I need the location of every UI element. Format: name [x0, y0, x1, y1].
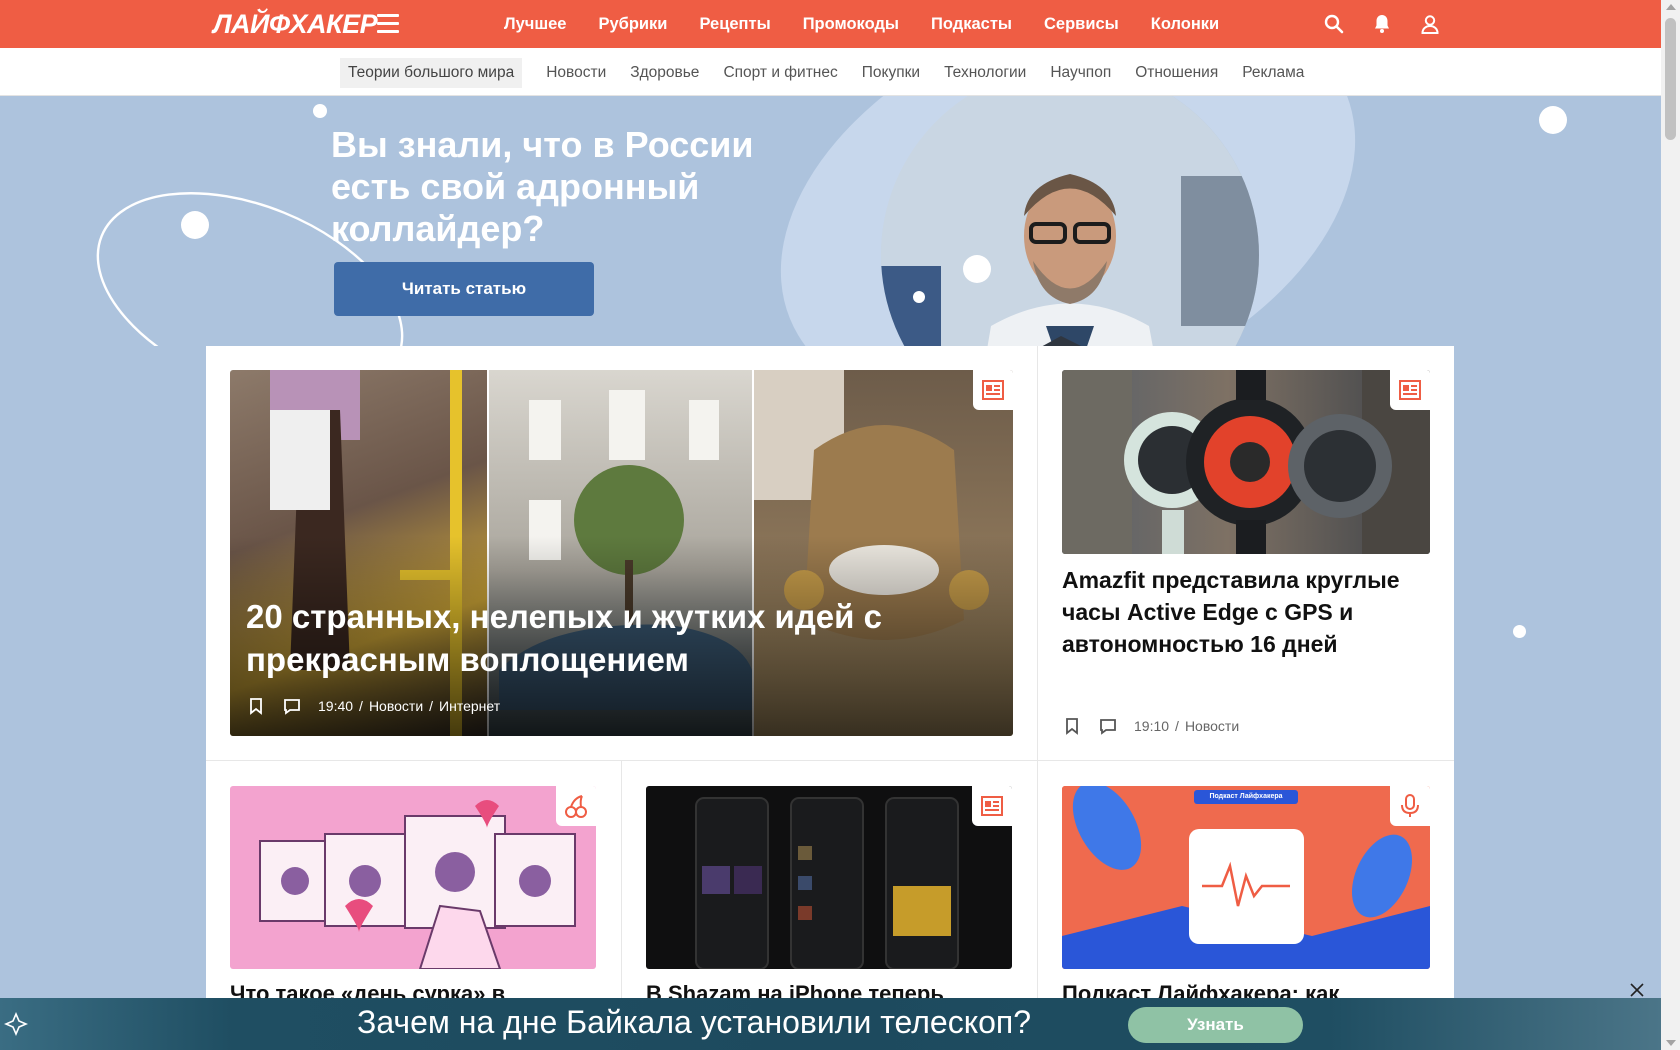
header-actions — [1322, 12, 1466, 36]
article-image-podcast[interactable]: Подкаст Лайфхакера — [1062, 786, 1430, 969]
subnav-item-relations[interactable]: Отношения — [1127, 58, 1226, 88]
menu-icon[interactable] — [377, 14, 399, 33]
scroll-down-arrow[interactable] — [1666, 1040, 1676, 1046]
learn-more-button[interactable]: Узнать — [1128, 1007, 1303, 1043]
article-time: 19:40 — [318, 698, 354, 714]
article-type-badge — [972, 786, 1012, 826]
article-tag[interactable]: Интернет — [439, 698, 500, 714]
divider — [206, 760, 1454, 761]
scroll-up-arrow[interactable] — [1666, 4, 1676, 10]
subnav-item-tech[interactable]: Технологии — [936, 58, 1034, 88]
scrollbar[interactable] — [1661, 0, 1680, 1050]
decor-dot — [1539, 106, 1567, 134]
read-article-button[interactable]: Читать статью — [334, 262, 594, 316]
subnav-item-sport[interactable]: Спорт и фитнес — [715, 58, 845, 88]
decor-dot — [913, 291, 925, 303]
banner-text[interactable]: Зачем на дне Байкала установили телескоп… — [357, 1004, 1031, 1041]
featured-article-card[interactable]: 20 странных, нелепых и жутких идей с пре… — [230, 370, 1013, 736]
news-icon — [1399, 380, 1421, 400]
nav-item-podcasts[interactable]: Подкасты — [931, 15, 1012, 34]
meta-separator: / — [1175, 718, 1179, 734]
side-article-image[interactable] — [1062, 370, 1430, 554]
microphone-icon — [1401, 794, 1419, 817]
featured-article-title[interactable]: 20 странных, нелепых и жутких идей с пре… — [246, 595, 966, 681]
nav-item-best[interactable]: Лучшее — [504, 15, 566, 34]
ad-marker-icon[interactable] — [4, 1012, 28, 1036]
side-article-title[interactable]: Amazfit представила круглые часы Active … — [1062, 564, 1432, 660]
bookmark-icon[interactable] — [246, 696, 266, 716]
sub-nav: Теории большого мира Новости Здоровье Сп… — [0, 48, 1661, 96]
article-category[interactable]: Новости — [369, 698, 423, 714]
scrollbar-thumb[interactable] — [1665, 18, 1676, 140]
top-bar: ЛАЙФХАКЕР Лучшее Рубрики Рецепты Промоко… — [0, 0, 1661, 48]
bookmark-icon[interactable] — [1062, 716, 1082, 736]
nav-item-rubrics[interactable]: Рубрики — [598, 15, 667, 34]
ad-banner[interactable]: Зачем на дне Байкала установили телескоп… — [0, 998, 1661, 1050]
article-category[interactable]: Новости — [1185, 718, 1239, 734]
article-type-badge — [1390, 370, 1430, 410]
main-nav: Лучшее Рубрики Рецепты Промокоды Подкаст… — [504, 0, 1251, 48]
subnav-item-health[interactable]: Здоровье — [622, 58, 707, 88]
subnav-item-ads[interactable]: Реклама — [1234, 58, 1312, 88]
user-icon[interactable] — [1418, 12, 1442, 36]
article-type-badge — [1390, 786, 1430, 826]
subnav-item-big-world[interactable]: Теории большого мира — [340, 58, 523, 88]
decor-dot — [963, 255, 991, 283]
nav-item-columns[interactable]: Колонки — [1151, 15, 1219, 34]
comment-icon[interactable] — [282, 696, 302, 716]
news-icon — [982, 380, 1004, 400]
article-type-badge — [973, 370, 1013, 410]
decor-dot — [181, 211, 209, 239]
subnav-item-science[interactable]: Научпоп — [1042, 58, 1119, 88]
nav-item-promocodes[interactable]: Промокоды — [803, 15, 899, 34]
hero-banner: Вы знали, что в России есть свой адронны… — [0, 96, 1661, 346]
podcast-label: Подкаст Лайфхакера — [1209, 793, 1283, 800]
comment-icon[interactable] — [1098, 716, 1118, 736]
decor-dot — [1513, 625, 1526, 638]
meta-separator: / — [359, 698, 363, 714]
article-image-shazam[interactable] — [646, 786, 1012, 969]
hero-title[interactable]: Вы знали, что в России есть свой адронны… — [331, 124, 791, 250]
news-icon — [981, 796, 1003, 816]
nav-item-services[interactable]: Сервисы — [1044, 15, 1119, 34]
search-icon[interactable] — [1322, 12, 1346, 36]
site-logo[interactable]: ЛАЙФХАКЕР — [213, 11, 378, 38]
article-feed: 20 странных, нелепых и жутких идей с пре… — [206, 346, 1454, 1050]
article-image-groundhog-day[interactable] — [230, 786, 596, 969]
subnav-item-shopping[interactable]: Покупки — [854, 58, 928, 88]
article-time: 19:10 — [1134, 718, 1170, 734]
article-type-badge — [556, 786, 596, 826]
cherry-icon — [565, 795, 587, 818]
subnav-item-news[interactable]: Новости — [538, 58, 614, 88]
article-meta: 19:10 / Новости — [1062, 716, 1239, 736]
meta-separator: / — [429, 698, 434, 714]
decor-dot — [313, 104, 327, 118]
divider — [1037, 346, 1038, 760]
close-icon[interactable] — [1627, 980, 1647, 1000]
bell-icon[interactable] — [1370, 12, 1394, 36]
nav-item-recipes[interactable]: Рецепты — [699, 15, 770, 34]
hero-image-scientist[interactable] — [881, 96, 1259, 346]
article-meta: 19:40 / Новости / Интернет — [246, 696, 500, 716]
